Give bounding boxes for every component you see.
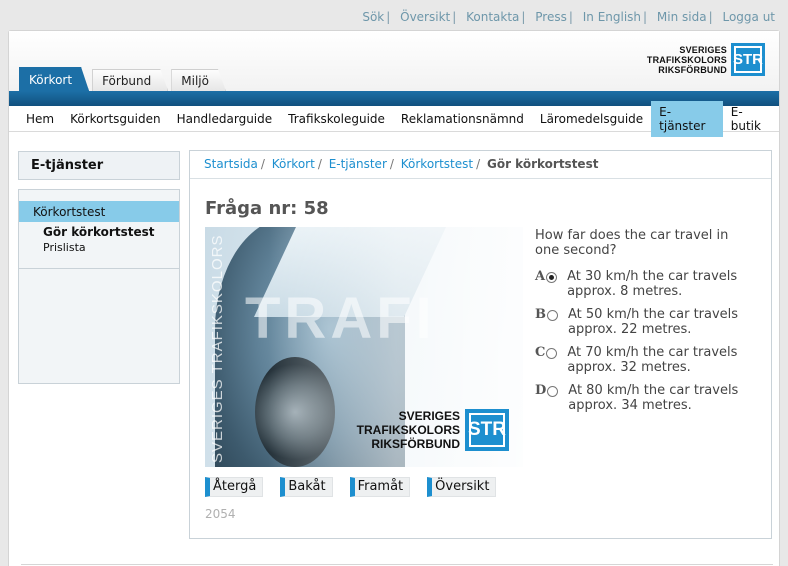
previous-button[interactable]: Bakåt xyxy=(280,477,333,497)
toplink-contact[interactable]: Kontakta xyxy=(466,10,519,24)
next-button[interactable]: Framåt xyxy=(349,477,411,497)
option-text: At 80 km/h the car travels approx. 34 me… xyxy=(568,383,739,413)
footer-divider xyxy=(21,564,773,565)
logo-line: SVERIGES xyxy=(679,44,727,55)
breadcrumb-separator: / xyxy=(260,157,265,171)
question-code: 2054 xyxy=(205,507,236,521)
separator: | xyxy=(386,10,391,24)
image-logo-text: SVERIGES TRAFIKSKOLORS RIKSFÖRBUND xyxy=(357,409,460,451)
top-links: Sök | Översikt | Kontakta | Press | In Engli… xyxy=(362,10,775,24)
breadcrumb-korkort[interactable]: Körkort xyxy=(272,157,315,171)
main-tabs: Körkort Förbund Miljö xyxy=(19,67,229,91)
main-content: Startsida / Körkort / E-tjänster / Körkorts… xyxy=(189,150,772,539)
back-to-start-button[interactable]: Återgå xyxy=(205,477,264,497)
nav-item-korkortsguiden[interactable]: Körkortsguiden xyxy=(62,108,168,130)
header: SVERIGES TRAFIKSKOLORS RIKSFÖRBUND STR K… xyxy=(9,31,779,91)
image-logo-mark: STR xyxy=(465,409,509,451)
breadcrumb-korkortstest[interactable]: Körkortstest xyxy=(401,157,473,171)
nav-item-laromedelsguide[interactable]: Läromedelsguide xyxy=(532,108,651,130)
breadcrumb: Startsida / Körkort / E-tjänster / Körkorts… xyxy=(190,151,771,179)
image-logo-line: RIKSFÖRBUND xyxy=(371,437,460,451)
sidebar-item-gor-korkortstest[interactable]: Gör körkortstest xyxy=(19,222,179,239)
tab-miljo[interactable]: Miljö xyxy=(171,69,226,91)
toplink-overview[interactable]: Översikt xyxy=(400,10,450,24)
option-letter: D xyxy=(535,383,547,398)
option-letter: B xyxy=(535,307,546,322)
option-d[interactable]: D At 80 km/h the car travels approx. 34 … xyxy=(535,383,765,413)
option-text: At 50 km/h the car travels approx. 22 me… xyxy=(568,307,739,337)
separator: | xyxy=(521,10,526,24)
breadcrumb-current: Gör körkortstest xyxy=(486,157,599,171)
question-text: How far does the car travel in one secon… xyxy=(535,228,729,258)
option-c[interactable]: C At 70 km/h the car travels approx. 32 … xyxy=(535,345,765,375)
tab-korkort[interactable]: Körkort xyxy=(19,67,89,91)
logo-line: TRAFIKSKOLORS xyxy=(646,54,727,65)
radio-button[interactable] xyxy=(546,348,558,359)
breadcrumb-startsida[interactable]: Startsida xyxy=(204,157,258,171)
str-logo[interactable]: SVERIGES TRAFIKSKOLORS RIKSFÖRBUND STR xyxy=(647,43,765,76)
tab-forbund[interactable]: Förbund xyxy=(92,69,168,91)
radio-button[interactable] xyxy=(547,386,559,397)
separator: | xyxy=(643,10,648,24)
quiz-buttons: Återgå Bakåt Framåt Översikt xyxy=(205,477,513,497)
image-watermark: TRAFI xyxy=(245,286,436,351)
toplink-press[interactable]: Press xyxy=(535,10,567,24)
option-letter: C xyxy=(535,345,546,360)
main-nav: Hem Körkortsguiden Handledarguide Trafik… xyxy=(9,100,779,137)
image-logo-line: SVERIGES xyxy=(398,409,460,423)
separator: | xyxy=(568,10,573,24)
breadcrumb-e-tjanster[interactable]: E-tjänster xyxy=(329,157,387,171)
toplink-search[interactable]: Sök xyxy=(362,10,384,24)
sidebar-item-korkortstest[interactable]: Körkortstest xyxy=(19,201,179,222)
option-b[interactable]: B At 50 km/h the car travels approx. 22 … xyxy=(535,307,765,337)
image-logo: SVERIGES TRAFIKSKOLORS RIKSFÖRBUND STR xyxy=(357,409,509,451)
overview-button[interactable]: Översikt xyxy=(427,477,497,497)
nav-item-e-butik[interactable]: E-butik xyxy=(723,101,779,137)
sidebar-title: E-tjänster xyxy=(18,151,180,180)
nav-item-hem[interactable]: Hem xyxy=(18,108,62,130)
question-title: Fråga nr: 58 xyxy=(205,198,329,219)
logo-line: RIKSFÖRBUND xyxy=(658,64,727,75)
sidebar-menu: Körkortstest Gör körkortstest Prislista xyxy=(18,189,180,384)
toplink-english[interactable]: In English xyxy=(583,10,641,24)
divider xyxy=(19,268,179,269)
separator: | xyxy=(452,10,457,24)
image-vertical-text: SVERIGES TRAFIKSKOLORS xyxy=(209,234,226,463)
image-logo-line: TRAFIKSKOLORS xyxy=(356,423,460,437)
logo-mark: STR xyxy=(731,43,765,76)
nav-item-reklamationsnamnd[interactable]: Reklamationsnämnd xyxy=(393,108,532,130)
logo-text: SVERIGES TRAFIKSKOLORS RIKSFÖRBUND xyxy=(647,45,727,75)
option-text: At 70 km/h the car travels approx. 32 me… xyxy=(567,345,738,375)
radio-button[interactable] xyxy=(547,310,558,321)
radio-button[interactable] xyxy=(546,272,558,283)
nav-item-e-tjanster[interactable]: E-tjänster xyxy=(651,100,723,137)
toplink-my-page[interactable]: Min sida xyxy=(657,10,707,24)
separator: | xyxy=(708,10,713,24)
page-container: SVERIGES TRAFIKSKOLORS RIKSFÖRBUND STR K… xyxy=(8,30,780,566)
option-letter: A xyxy=(535,269,546,284)
breadcrumb-separator: / xyxy=(476,157,481,171)
sidebar-item-prislista[interactable]: Prislista xyxy=(19,239,179,254)
nav-item-trafikskoleguide[interactable]: Trafikskoleguide xyxy=(280,108,393,130)
breadcrumb-separator: / xyxy=(317,157,322,171)
toplink-logout[interactable]: Logga ut xyxy=(722,10,775,24)
breadcrumb-separator: / xyxy=(389,157,394,171)
question-image: TRAFI SVERIGES TRAFIKSKOLORS SVERIGES TR… xyxy=(205,227,523,467)
option-a[interactable]: A At 30 km/h the car travels approx. 8 m… xyxy=(535,269,765,299)
option-text: At 30 km/h the car travels approx. 8 met… xyxy=(567,269,738,299)
nav-item-handledarguide[interactable]: Handledarguide xyxy=(169,108,281,130)
